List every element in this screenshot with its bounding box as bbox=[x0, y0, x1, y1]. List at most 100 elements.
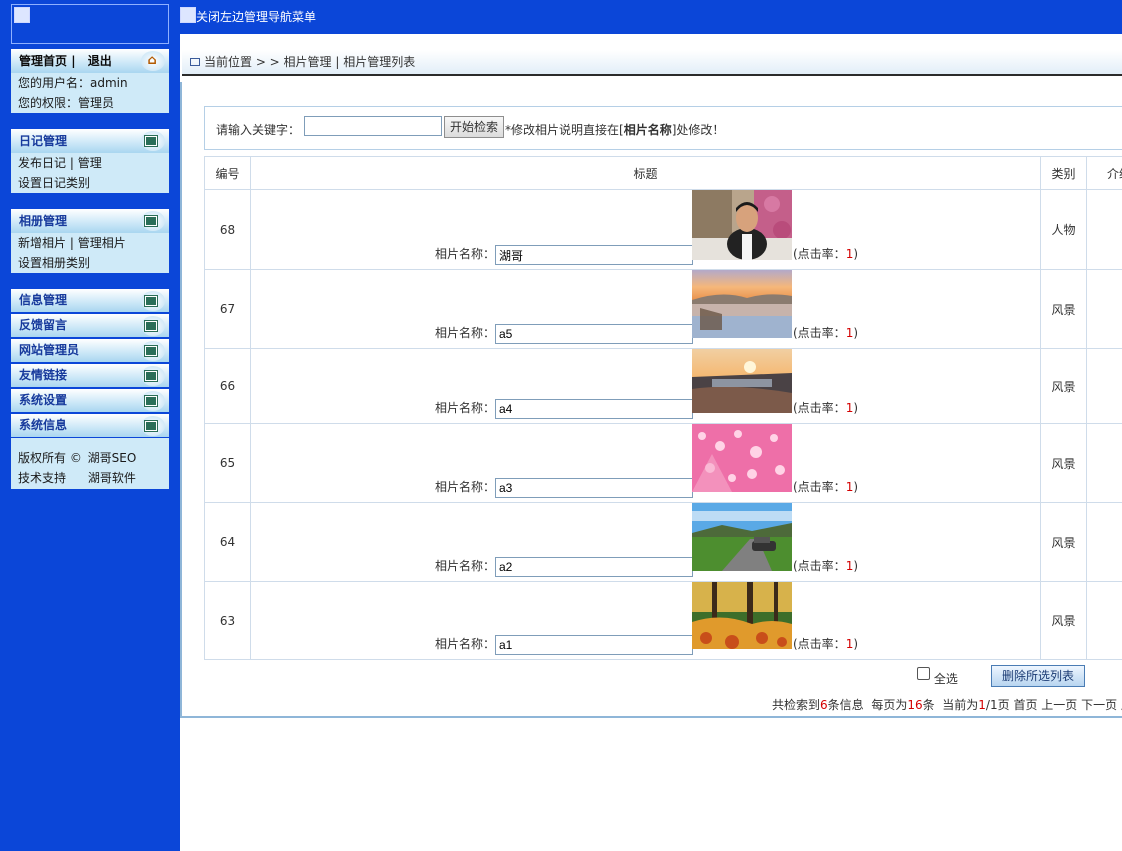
monitor-icon bbox=[190, 58, 200, 66]
photo-intro bbox=[1086, 581, 1122, 660]
photo-category: 风景 bbox=[1040, 502, 1087, 582]
clicks-suffix: ) bbox=[853, 326, 859, 340]
logo-image bbox=[11, 4, 169, 44]
search-label: 请输入关键字： bbox=[216, 123, 301, 137]
support-label: 技术支持 bbox=[18, 471, 67, 485]
home-link[interactable]: 管理首页 bbox=[19, 54, 67, 68]
photo-thumbnail[interactable] bbox=[692, 582, 792, 649]
photo-name-input[interactable] bbox=[495, 245, 693, 265]
left-sidebar: 管理首页 | 退出 ⌂ 您的用户名：admin 您的权限：管理员 日记管理 发布… bbox=[0, 0, 180, 851]
photo-name-input[interactable] bbox=[495, 324, 693, 344]
clicks-prefix: (点击率： bbox=[793, 326, 846, 340]
photo-thumbnail[interactable] bbox=[692, 349, 792, 413]
home-panel: 管理首页 | 退出 ⌂ 您的用户名：admin 您的权限：管理员 bbox=[11, 49, 169, 113]
panel-toggle-icon[interactable] bbox=[145, 216, 159, 230]
pager-prev-link[interactable]: 上一页 bbox=[1041, 698, 1077, 712]
publish-diary-link[interactable]: 发布日记 bbox=[18, 156, 66, 170]
select-all-checkbox[interactable] bbox=[917, 667, 930, 680]
table-header-row: 编号 标题 类别 介绍 bbox=[204, 156, 1122, 190]
album-links: 新增相片 | 管理相片 bbox=[11, 233, 169, 253]
sidebar-item-label: 系统设置 bbox=[19, 393, 68, 407]
photo-name-label: 相片名称： bbox=[435, 401, 496, 415]
username-info: 您的用户名：admin bbox=[18, 76, 128, 90]
sidebar-item-links[interactable]: 友情链接 bbox=[11, 364, 169, 387]
sidebar-item-feedback[interactable]: 反馈留言 bbox=[11, 314, 169, 337]
pager-next-link[interactable]: 下一页 bbox=[1081, 698, 1117, 712]
photo-id: 67 bbox=[204, 269, 251, 349]
diary-panel-header[interactable]: 日记管理 bbox=[11, 129, 169, 153]
photo-title-cell: 相片名称： (点击率：1) bbox=[250, 581, 1041, 660]
pager-total: 6 bbox=[820, 698, 828, 712]
manage-diary-link[interactable]: 管理 bbox=[78, 156, 102, 170]
select-all-control[interactable]: 全选 bbox=[917, 666, 958, 686]
pagination: 共检索到6条信息 每页为16条 当前为1/1页 首页 上一页 下一页 尾页 bbox=[772, 696, 1122, 713]
support-value: 湖哥软件 bbox=[87, 471, 136, 485]
col-intro-header: 介绍 bbox=[1086, 156, 1122, 190]
sidebar-item-info[interactable]: 信息管理 bbox=[11, 289, 169, 312]
photo-thumbnail[interactable] bbox=[692, 190, 792, 260]
sidebar-item-label: 反馈留言 bbox=[19, 318, 68, 332]
clicks-suffix: ) bbox=[853, 637, 859, 651]
tip-prefix: *修改相片说明直接在[ bbox=[505, 123, 624, 137]
album-categories-link[interactable]: 设置相册类别 bbox=[11, 253, 169, 273]
photo-name-input[interactable] bbox=[495, 399, 693, 419]
toggle-nav-link[interactable]: 关闭左边管理导航菜单 bbox=[180, 7, 316, 25]
sidebar-item-label: 信息管理 bbox=[19, 293, 68, 307]
pager-text: /1页 bbox=[985, 698, 1010, 712]
photo-intro bbox=[1086, 348, 1122, 424]
diary-categories-link[interactable]: 设置日记类别 bbox=[11, 173, 169, 193]
photo-thumbnail[interactable] bbox=[692, 270, 792, 338]
diary-panel: 日记管理 发布日记 | 管理 设置日记类别 bbox=[11, 129, 169, 193]
sidebar-item-label: 系统信息 bbox=[19, 418, 68, 432]
clicks-suffix: ) bbox=[853, 559, 859, 573]
diary-links: 发布日记 | 管理 bbox=[11, 153, 169, 173]
copyright-value: 湖哥SEO bbox=[87, 451, 137, 465]
clicks-prefix: (点击率： bbox=[793, 637, 846, 651]
photo-thumbnail[interactable] bbox=[692, 503, 792, 571]
photo-title-cell: 相片名称： (点击率：1) bbox=[250, 348, 1041, 424]
pager-first-link[interactable]: 首页 bbox=[1013, 698, 1037, 712]
pager-text: 条信息 bbox=[827, 698, 864, 712]
photo-name-input[interactable] bbox=[495, 635, 693, 655]
clicks-prefix: (点击率： bbox=[793, 480, 846, 494]
broken-image-icon bbox=[14, 7, 30, 23]
logout-link[interactable]: 退出 bbox=[88, 54, 112, 68]
photo-intro bbox=[1086, 502, 1122, 582]
photo-clicks: (点击率：1) bbox=[793, 245, 858, 262]
sidebar-item-sysinfo[interactable]: 系统信息 bbox=[11, 414, 169, 437]
clicks-prefix: (点击率： bbox=[793, 247, 846, 261]
sidebar-item-admins[interactable]: 网站管理员 bbox=[11, 339, 169, 362]
panel-toggle-icon bbox=[145, 321, 159, 335]
photo-intro bbox=[1086, 269, 1122, 349]
pager-current: 1 bbox=[978, 698, 986, 712]
home-icon: ⌂ bbox=[147, 53, 157, 68]
photo-clicks: (点击率：1) bbox=[793, 635, 858, 652]
delete-selected-button[interactable]: 删除所选列表 bbox=[991, 665, 1085, 687]
photo-name-input[interactable] bbox=[495, 478, 693, 498]
diary-title: 日记管理 bbox=[19, 134, 68, 148]
photo-category: 风景 bbox=[1040, 423, 1087, 503]
photo-id: 64 bbox=[204, 502, 251, 582]
photo-name-label: 相片名称： bbox=[435, 247, 496, 261]
search-bar: 请输入关键字： 开始检索 *修改相片说明直接在[相片名称]处修改！ bbox=[204, 106, 1122, 150]
manage-photos-link[interactable]: 管理相片 bbox=[78, 236, 126, 250]
table-row: 66 相片名称： (点击率：1) 风景 bbox=[204, 348, 1122, 424]
search-input[interactable] bbox=[304, 116, 442, 136]
select-all-label: 全选 bbox=[933, 672, 958, 686]
pager-text: 条 bbox=[922, 698, 935, 712]
photo-thumbnail[interactable] bbox=[692, 424, 792, 492]
photo-name-label: 相片名称： bbox=[435, 637, 496, 651]
table-row: 65 相片名称： (点击率：1) 风景 bbox=[204, 423, 1122, 503]
photo-table: 编号 标题 类别 介绍 68 相片名称： (点击率：1) 人物 67 相片名称： (点击率：… bbox=[204, 156, 1122, 660]
photo-title-cell: 相片名称： (点击率：1) bbox=[250, 189, 1041, 270]
table-row: 63 相片名称： (点击率：1) 风景 bbox=[204, 581, 1122, 660]
top-bar: 关闭左边管理导航菜单 bbox=[180, 0, 1122, 34]
album-panel-header[interactable]: 相册管理 bbox=[11, 209, 169, 233]
photo-name-input[interactable] bbox=[495, 557, 693, 577]
sidebar-item-settings[interactable]: 系统设置 bbox=[11, 389, 169, 412]
clicks-prefix: (点击率： bbox=[793, 401, 846, 415]
panel-toggle-icon[interactable] bbox=[145, 136, 159, 150]
search-button[interactable]: 开始检索 bbox=[444, 116, 504, 138]
photo-clicks: (点击率：1) bbox=[793, 557, 858, 574]
add-photo-link[interactable]: 新增相片 bbox=[18, 236, 66, 250]
